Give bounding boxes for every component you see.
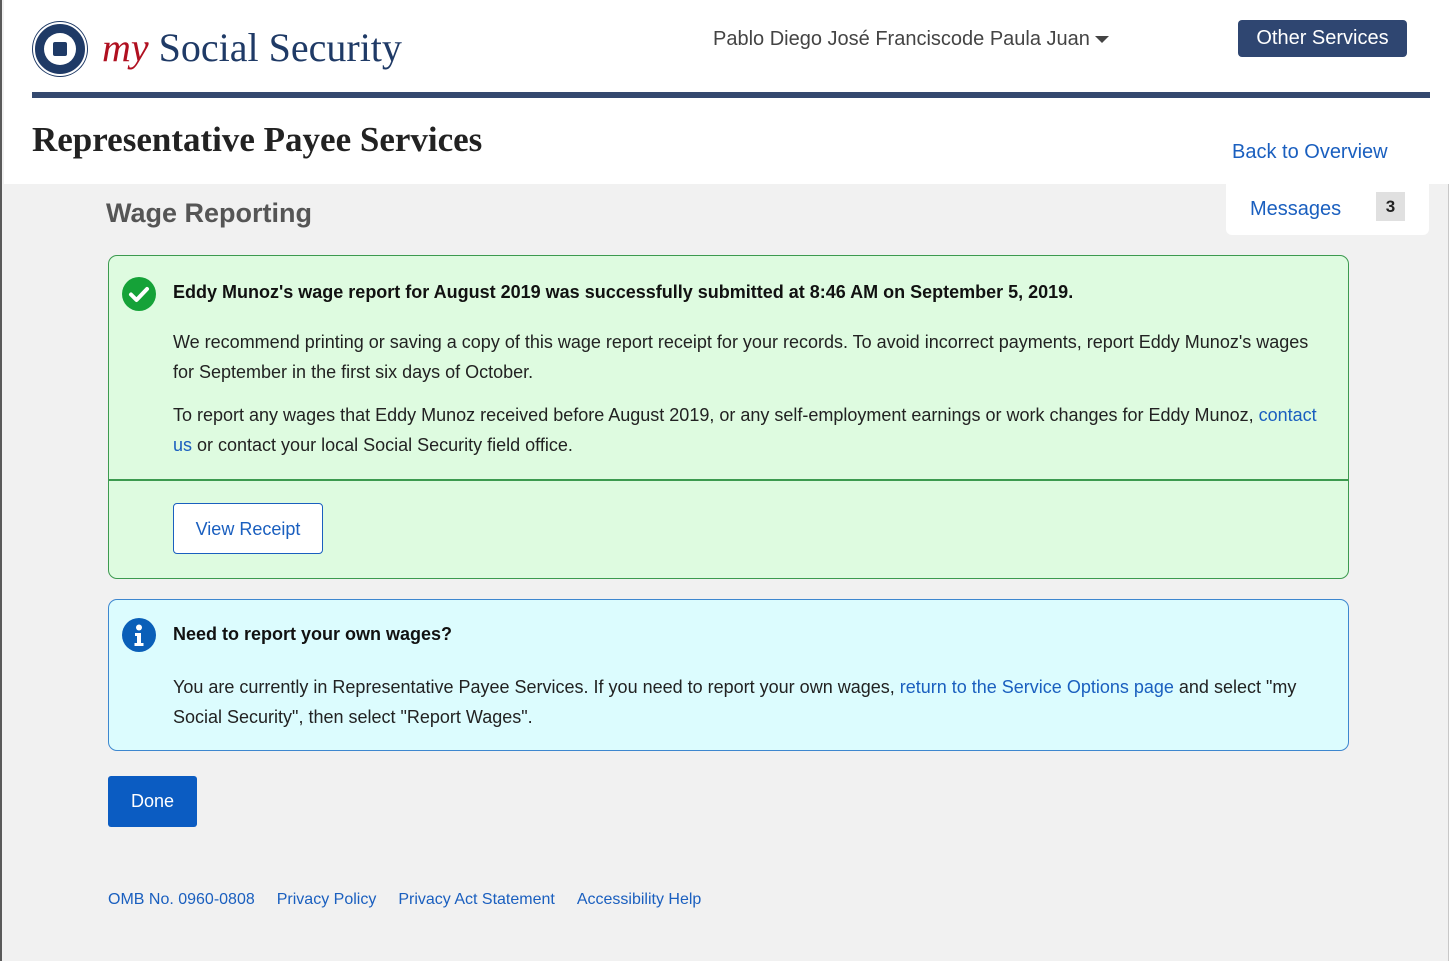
ssa-seal-icon[interactable] <box>33 22 87 76</box>
footer-links: OMB No. 0960-0808 Privacy Policy Privacy A… <box>108 891 723 909</box>
messages-tab: Messages 3 <box>1226 184 1429 235</box>
success-alert-divider <box>109 479 1348 481</box>
paragraph-2-text-after: or contact your local Social Security fi… <box>192 435 573 455</box>
caret-down-icon <box>1094 36 1109 44</box>
brand-my: my <box>102 25 149 70</box>
info-alert-heading: Need to report your own wages? <box>173 624 453 644</box>
success-alert-paragraph-1: We recommend printing or saving a copy o… <box>173 332 1309 382</box>
other-services-button[interactable]: Other Services <box>1238 20 1407 57</box>
info-alert: Need to report your own wages? You are c… <box>108 599 1349 751</box>
header-divider <box>32 92 1430 98</box>
footer-privacy-act-link[interactable]: Privacy Act Statement <box>398 891 555 908</box>
section-title: Wage Reporting <box>106 198 312 228</box>
info-alert-body: You are currently in Representative Paye… <box>173 672 1323 732</box>
header: my Social Security Pablo Diego José Franc… <box>4 0 1449 184</box>
footer-privacy-policy-link[interactable]: Privacy Policy <box>277 891 377 908</box>
site-logo-text[interactable]: my Social Security <box>102 24 402 71</box>
info-circle-icon <box>122 618 156 652</box>
footer-omb-number[interactable]: OMB No. 0960-0808 <box>108 891 255 908</box>
user-name: Pablo Diego José Franciscode Paula Juan <box>713 28 1090 50</box>
view-receipt-button[interactable]: View Receipt <box>173 503 323 554</box>
service-options-link[interactable]: return to the Service Options page <box>900 677 1174 697</box>
paragraph-2-text-before: To report any wages that Eddy Munoz rece… <box>173 405 1259 425</box>
back-to-overview-link[interactable]: Back to Overview <box>1232 141 1388 164</box>
done-button[interactable]: Done <box>108 776 197 827</box>
messages-link[interactable]: Messages <box>1250 198 1341 221</box>
check-circle-icon <box>122 277 156 311</box>
footer-accessibility-link[interactable]: Accessibility Help <box>577 891 701 908</box>
success-alert-heading: Eddy Munoz's wage report for August 2019… <box>173 282 1074 302</box>
success-alert-paragraph-2: To report any wages that Eddy Munoz rece… <box>173 400 1323 460</box>
info-text-before: You are currently in Representative Paye… <box>173 677 900 697</box>
success-alert: Eddy Munoz's wage report for August 2019… <box>108 255 1349 579</box>
brand-name: Social Security <box>158 25 402 70</box>
messages-count-badge: 3 <box>1376 192 1405 221</box>
page-title: Representative Payee Services <box>32 120 483 159</box>
page-frame: my Social Security Pablo Diego José Franc… <box>0 0 1449 961</box>
user-menu[interactable]: Pablo Diego José Franciscode Paula Juan <box>713 28 1109 51</box>
